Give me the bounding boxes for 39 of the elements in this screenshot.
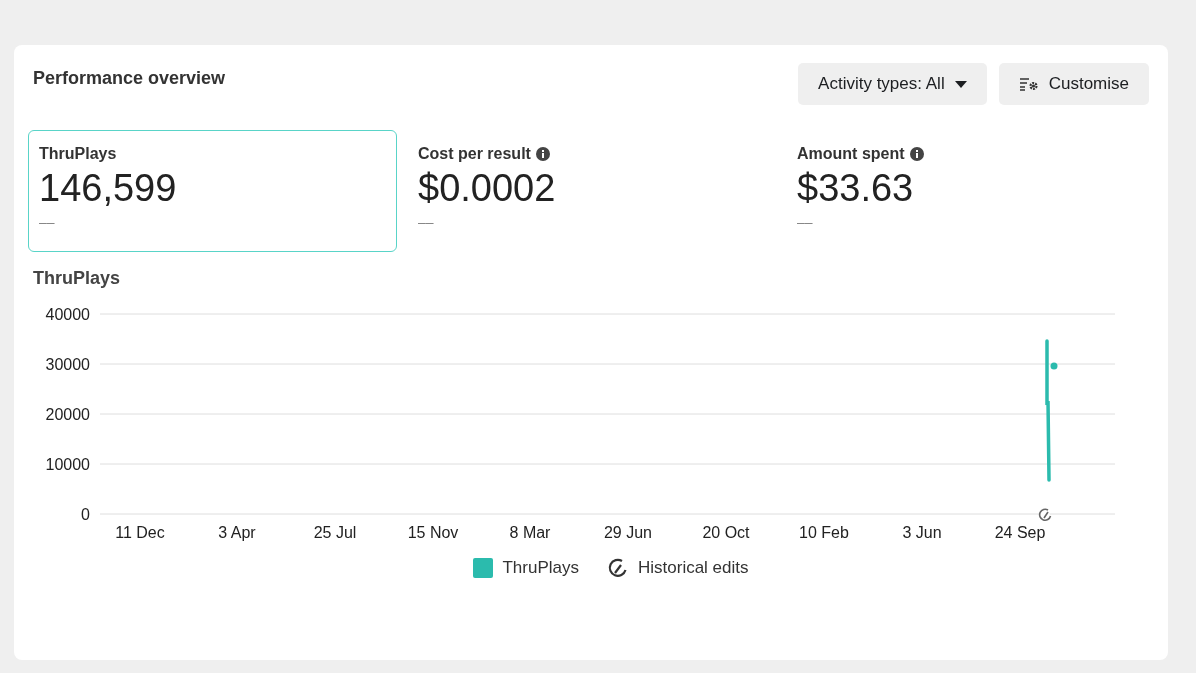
metric-tile[interactable]: Cost per result $0.0002 –– — [407, 130, 776, 252]
metric-tile[interactable]: ThruPlays 146,599 –– — [28, 130, 397, 252]
x-axis-label: 11 Dec — [115, 524, 165, 541]
section-title: Performance overview — [33, 68, 226, 89]
comparison-text: –– — [418, 214, 435, 230]
settings-icon — [1018, 77, 1039, 91]
caret-icon — [954, 80, 967, 88]
x-axis-label: 15 Nov — [407, 524, 459, 541]
x-axis-label: 25 Jul — [313, 524, 357, 541]
metric-label: Amount spent — [797, 145, 905, 163]
y-axis-label: 20000 — [45, 406, 90, 423]
activity-types-dropdown[interactable]: Activity types: All — [798, 63, 987, 105]
metric-label: ThruPlays — [39, 145, 117, 163]
metric-value: 146,599 — [39, 167, 178, 210]
y-axis-label: 30000 — [45, 356, 90, 373]
metric-tile[interactable]: Amount spent $33.63 –– — [786, 130, 1155, 252]
edit-marker-icon — [1038, 508, 1052, 521]
customise-button[interactable]: Customise — [998, 63, 1149, 105]
chart-title: ThruPlays — [33, 268, 122, 289]
x-axis-label: 29 Jun — [604, 524, 652, 541]
legend-label[interactable]: ThruPlays — [502, 558, 579, 578]
x-axis-label: 20 Oct — [702, 524, 750, 541]
metric-value: $0.0002 — [418, 167, 557, 210]
metric-label: Cost per result — [418, 145, 531, 163]
metric-value: $33.63 — [797, 167, 915, 210]
x-axis-label: 3 Jun — [902, 524, 942, 541]
y-axis-label: 0 — [81, 506, 90, 523]
info-icon — [909, 147, 924, 161]
historical-edits-icon — [607, 557, 629, 579]
legend-label[interactable]: Historical edits — [638, 558, 749, 578]
comparison-text: –– — [797, 214, 814, 230]
x-axis-label: 24 Sep — [994, 524, 1046, 541]
x-axis-label: 10 Feb — [799, 524, 849, 541]
y-axis-label: 10000 — [45, 456, 90, 473]
x-axis-label: 8 Mar — [509, 524, 551, 541]
x-axis-label: 3 Apr — [218, 524, 256, 541]
info-icon — [535, 147, 550, 161]
y-axis-label: 40000 — [45, 306, 90, 323]
comparison-text: –– — [39, 214, 56, 230]
